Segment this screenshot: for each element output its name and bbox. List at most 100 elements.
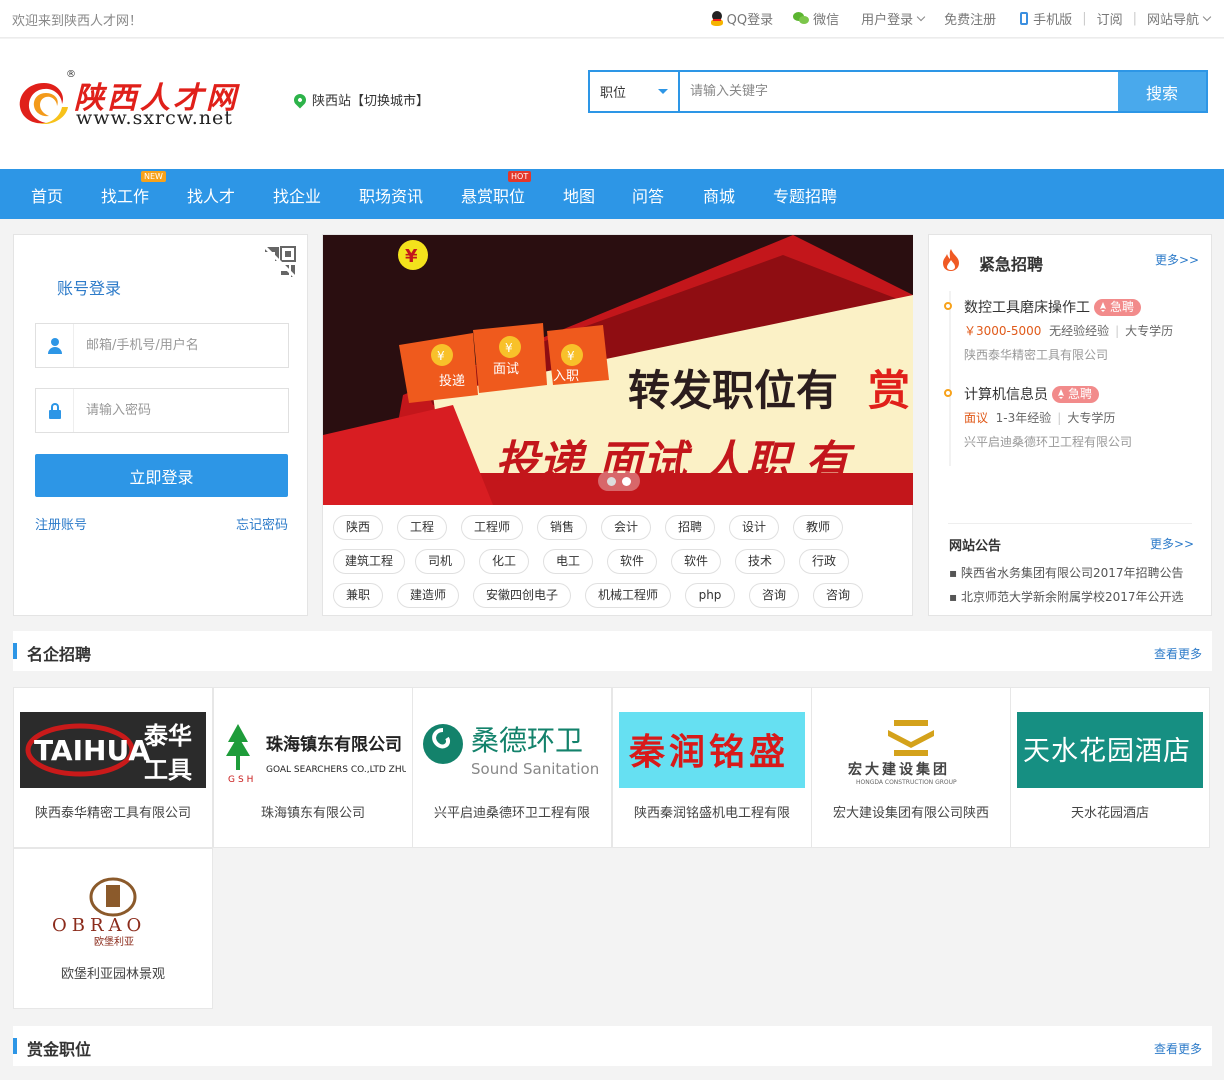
tag-item[interactable]: 建筑工程: [333, 549, 405, 574]
banner-carousel[interactable]: ¥ ¥ ¥ 投递 面试 入职 ¥ 转发职位有 赏 投递 面试 人职 有: [323, 235, 913, 505]
search-category-select[interactable]: 职位: [590, 72, 680, 111]
nav-item-find-job[interactable]: 找工作: [101, 183, 149, 207]
company-logo[interactable]: 秦润铭盛: [619, 712, 805, 788]
tag-item[interactable]: 教师: [793, 515, 843, 540]
urgent-badge-label: 急聘: [1068, 386, 1093, 401]
company-card[interactable]: TAIHUA 泰华 工具 陕西泰华精密工具有限公司: [13, 687, 213, 848]
qr-code-icon[interactable]: [263, 245, 297, 279]
company-logo[interactable]: 天水花园酒店: [1017, 712, 1203, 788]
tag-item[interactable]: 陕西: [333, 515, 383, 540]
register-link[interactable]: 免费注册: [944, 9, 996, 28]
forgot-password-link[interactable]: 忘记密码: [236, 514, 288, 533]
tag-item[interactable]: 会计: [601, 515, 651, 540]
tag-item[interactable]: 软件: [671, 549, 721, 574]
tag-item[interactable]: 机械工程师: [585, 583, 671, 608]
search-input[interactable]: [680, 72, 1118, 111]
tag-item[interactable]: 工程师: [461, 515, 523, 540]
carousel-dot-active[interactable]: [622, 476, 631, 486]
wechat-link[interactable]: 微信: [793, 9, 839, 28]
tag-item[interactable]: 司机: [415, 549, 465, 574]
notice-more-link[interactable]: 更多>>: [1150, 535, 1194, 552]
company-card[interactable]: 桑德环卫 Sound Sanitation 兴平启迪桑德环卫工程有限: [412, 687, 612, 848]
company-name[interactable]: 陕西泰华精密工具有限公司: [14, 802, 212, 821]
login-links: 注册账号 忘记密码: [35, 514, 288, 533]
tag-item[interactable]: 技术: [735, 549, 785, 574]
nav-item-mall[interactable]: 商城: [703, 183, 735, 207]
company-logo[interactable]: 宏大建设集团 HONGDA CONSTRUCTION GROUP: [818, 712, 1004, 788]
notice-item[interactable]: ▪ 北京师范大学新余附属学校2017年公开选: [949, 588, 1199, 605]
company-logo[interactable]: GSH 珠海镇东有限公司 GOAL SEARCHERS CO.,LTD ZHUH…: [220, 712, 406, 788]
notice-text: 陕西省水务集团有限公司2017年招聘公告: [960, 566, 1184, 580]
login-button[interactable]: 立即登录: [35, 454, 288, 497]
tag-item[interactable]: 建造师: [397, 583, 459, 608]
lock-icon: [48, 402, 61, 419]
company-card[interactable]: 秦润铭盛 陕西秦润铭盛机电工程有限: [612, 687, 812, 848]
company-name[interactable]: 天水花园酒店: [1011, 802, 1209, 821]
user-login-dropdown[interactable]: 用户登录: [861, 9, 926, 28]
tag-item[interactable]: 安徽四创电子: [473, 583, 571, 608]
tag-item[interactable]: php: [685, 583, 735, 608]
company-card[interactable]: 宏大建设集团 HONGDA CONSTRUCTION GROUP 宏大建设集团有…: [811, 687, 1011, 848]
banner-coin-icon: ¥: [405, 246, 418, 267]
register-account-link[interactable]: 注册账号: [35, 514, 87, 533]
view-more-link[interactable]: 查看更多: [1154, 645, 1202, 662]
company-card[interactable]: 天水花园酒店 天水花园酒店: [1010, 687, 1210, 848]
tag-item[interactable]: 化工: [479, 549, 529, 574]
username-input[interactable]: [74, 338, 288, 353]
user-login-label: 用户登录: [861, 13, 914, 28]
company-name[interactable]: 宏大建设集团有限公司陕西: [812, 802, 1010, 821]
site-nav-label: 网站导航: [1146, 13, 1199, 28]
site-logo[interactable]: ® 陕西人才网 www.sxrcw.net: [16, 69, 246, 131]
tag-item[interactable]: 咨询: [813, 583, 863, 608]
nav-item-home[interactable]: 首页: [31, 183, 63, 207]
urgent-badge: 急聘: [1052, 385, 1100, 403]
tag-item[interactable]: 兼职: [333, 583, 383, 608]
banner-headline-a: 转发职位有: [628, 366, 838, 415]
subscribe-link[interactable]: 订阅: [1097, 9, 1123, 28]
envelope-coin-1: ¥: [437, 349, 445, 363]
notice-item[interactable]: ▪ 陕西省水务集团有限公司2017年招聘公告: [949, 564, 1199, 581]
company-logo[interactable]: 桑德环卫 Sound Sanitation: [419, 712, 605, 788]
section-accent: [13, 1038, 17, 1054]
site-nav-dropdown[interactable]: 网站导航: [1146, 9, 1212, 28]
nav-item-career-news[interactable]: 职场资讯: [359, 183, 423, 207]
job-education: 大专学历: [1125, 324, 1174, 338]
tag-item[interactable]: 咨询: [749, 583, 799, 608]
nav-item-map[interactable]: 地图: [563, 183, 595, 207]
logo-cn: 天水花园酒店: [1023, 736, 1191, 767]
tag-item[interactable]: 销售: [537, 515, 587, 540]
company-name[interactable]: 珠海镇东有限公司: [214, 802, 412, 821]
company-name[interactable]: 兴平启迪桑德环卫工程有限: [413, 802, 611, 821]
tag-item[interactable]: 软件: [607, 549, 657, 574]
password-input[interactable]: [74, 403, 288, 418]
job-company[interactable]: 陕西泰华精密工具有限公司: [964, 346, 1108, 363]
city-switcher[interactable]: 陕西站【切换城市】: [291, 90, 429, 109]
tag-item[interactable]: 行政: [799, 549, 849, 574]
logo-url: www.sxrcw.net: [76, 107, 233, 129]
nav-item-bounty-jobs[interactable]: 悬赏职位: [461, 183, 525, 207]
tag-item[interactable]: 电工: [543, 549, 593, 574]
logo-cn: 宏大建设集团: [848, 761, 950, 778]
view-more-link[interactable]: 查看更多: [1154, 1040, 1202, 1057]
tag-item[interactable]: 招聘: [665, 515, 715, 540]
mobile-link[interactable]: 手机版: [1020, 9, 1072, 28]
nav-item-qa[interactable]: 问答: [632, 183, 664, 207]
nav-item-find-talent[interactable]: 找人才: [187, 183, 235, 207]
tag-item[interactable]: 工程: [397, 515, 447, 540]
carousel-dot[interactable]: [607, 476, 616, 486]
company-name[interactable]: 陕西秦润铭盛机电工程有限: [613, 802, 811, 821]
job-salary: 面议: [964, 411, 989, 425]
tag-item[interactable]: 设计: [729, 515, 779, 540]
company-card[interactable]: GSH 珠海镇东有限公司 GOAL SEARCHERS CO.,LTD ZHUH…: [213, 687, 413, 848]
company-name[interactable]: 欧堡利亚园林景观: [14, 963, 212, 982]
nav-item-special-recruit[interactable]: 专题招聘: [773, 183, 837, 207]
search-button[interactable]: 搜索: [1118, 72, 1206, 111]
nav-item-find-company[interactable]: 找企业: [273, 183, 321, 207]
urgent-more-link[interactable]: 更多>>: [1155, 251, 1199, 268]
section-title: 名企招聘: [27, 645, 92, 664]
company-logo[interactable]: OBRAO 欧堡利亚: [20, 873, 206, 949]
company-logo[interactable]: TAIHUA 泰华 工具: [20, 712, 206, 788]
job-company[interactable]: 兴平启迪桑德环卫工程有限公司: [964, 433, 1132, 450]
company-card[interactable]: OBRAO 欧堡利亚 欧堡利亚园林景观: [13, 848, 213, 1009]
qq-login-link[interactable]: QQ登录: [710, 9, 773, 28]
